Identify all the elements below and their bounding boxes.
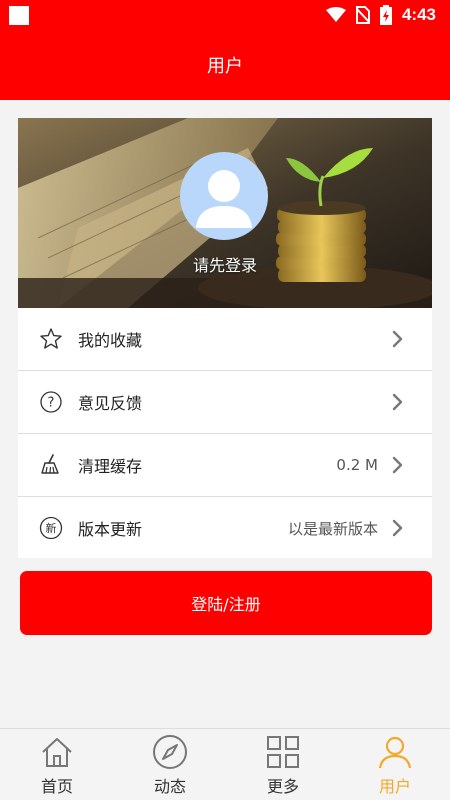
tab-label: 更多 [266,777,299,796]
no-sim-icon [355,6,370,24]
tab-label: 用户 [378,777,411,796]
tab-feed[interactable]: 动态 [135,733,205,797]
menu-item-favorites[interactable]: 我的收藏 [18,308,432,370]
svg-text:新: 新 [46,521,57,535]
chevron-right-icon [388,518,408,538]
chevron-right-icon [388,392,408,412]
default-avatar-icon [196,170,252,228]
status-icons: 4:43 [325,4,436,26]
grid-icon [263,733,303,770]
broom-icon [36,450,66,480]
home-icon [37,733,77,770]
menu-item-label: 意见反馈 [78,394,143,413]
menu-item-label: 清理缓存 [78,457,143,476]
menu-item-clear-cache[interactable]: 清理缓存 0.2 M [18,434,432,496]
version-status: 以是最新版本 [287,519,378,538]
tab-label: 动态 [153,777,186,796]
menu-item-label: 我的收藏 [78,331,143,350]
page-title: 用户 [207,56,243,77]
tab-user[interactable]: 用户 [360,733,430,797]
question-icon: ? [36,387,66,417]
wifi-icon [325,7,346,22]
battery-charging-icon [379,5,392,25]
menu-item-version-update[interactable]: 新 版本更新 以是最新版本 [18,497,432,558]
new-badge-icon: 新 [36,513,66,543]
menu-item-label: 版本更新 [78,520,143,539]
avatar[interactable] [180,152,268,240]
status-time: 4:43 [401,5,436,24]
notification-icon [9,6,29,25]
chevron-right-icon [388,455,408,475]
svg-text:?: ? [48,396,55,411]
profile-banner: 请先登录 [18,118,432,308]
star-icon [36,324,66,354]
app-bar: 用户 [0,30,450,100]
cache-size: 0.2 M [336,456,378,474]
chevron-right-icon [388,329,408,349]
compass-icon [150,733,190,770]
login-register-button[interactable]: 登陆/注册 [20,571,432,635]
menu-item-feedback[interactable]: ? 意见反馈 [18,371,432,433]
tab-label: 首页 [40,777,73,796]
bottom-tab-bar: 首页 动态 更多 用户 [0,728,450,800]
tab-home[interactable]: 首页 [22,733,92,797]
user-icon [375,733,415,770]
login-hint[interactable]: 请先登录 [18,252,432,276]
profile-card: 请先登录 我的收藏 ? 意见反馈 清理缓存 0.2 M 新 版本更新 以是最新版… [18,118,432,558]
tab-more[interactable]: 更多 [248,733,318,797]
status-bar: 4:43 [0,0,450,30]
